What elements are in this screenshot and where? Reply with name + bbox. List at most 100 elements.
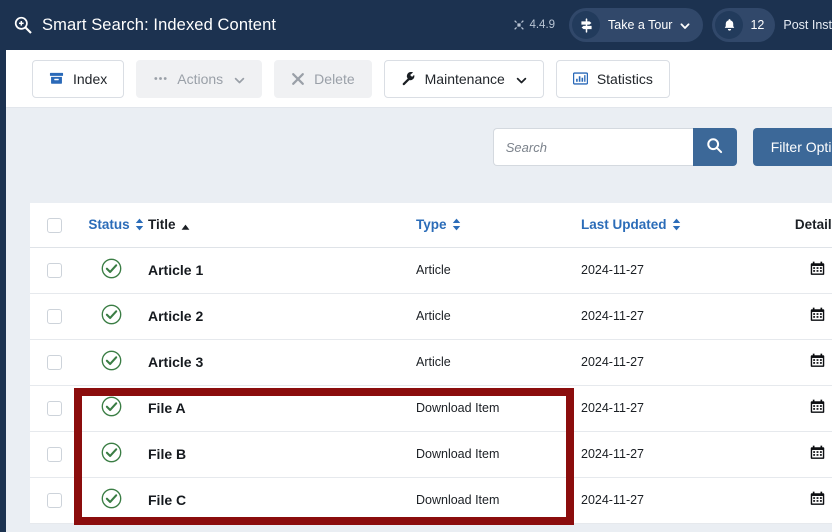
row-type-label: Download Item — [416, 493, 500, 507]
column-header-status-label: Status — [88, 217, 130, 233]
check-circle-icon[interactable] — [99, 395, 123, 419]
column-header-type[interactable]: Type — [414, 203, 579, 248]
check-circle-icon[interactable] — [99, 441, 123, 465]
row-title-label[interactable]: File B — [144, 446, 186, 462]
row-checkbox[interactable] — [46, 262, 62, 278]
statistics-button[interactable]: Statistics — [555, 59, 670, 98]
row-type-cell: Article — [414, 339, 579, 386]
row-select-cell — [30, 477, 78, 524]
row-type-label: Article — [416, 355, 451, 369]
row-details-cell — [754, 385, 832, 432]
row-checkbox[interactable] — [46, 492, 62, 508]
ellipsis-icon — [153, 71, 168, 86]
row-details-cell — [754, 477, 832, 524]
column-header-details-label: Details — [794, 217, 832, 233]
row-select-cell — [30, 247, 78, 294]
row-status-cell — [78, 431, 144, 478]
calendar-icon[interactable] — [810, 353, 825, 368]
page-title: Smart Search: Indexed Content — [42, 15, 277, 34]
row-details-cell — [754, 431, 832, 478]
row-title-label[interactable]: File A — [144, 400, 186, 416]
table-header-row: Status Title Type Last Updated Detail — [30, 203, 832, 248]
sort-both-icon — [135, 218, 144, 231]
version-number: 4.4.9 — [529, 19, 556, 31]
table-row[interactable]: File B Download Item 2024-11-27 — [30, 431, 832, 478]
column-header-details: Details — [754, 203, 832, 248]
index-button-label: Index — [73, 70, 108, 87]
row-checkbox[interactable] — [46, 446, 62, 462]
filter-options-button[interactable]: Filter Options — [752, 128, 832, 166]
row-title-label[interactable]: File C — [144, 492, 186, 508]
action-toolbar: Index Actions Delete Maintenance Statist… — [6, 50, 832, 108]
search-submit-button[interactable] — [692, 128, 737, 166]
calendar-icon[interactable] — [810, 445, 825, 460]
row-last-updated-label: 2024-11-27 — [581, 401, 645, 415]
row-title-label[interactable]: Article 3 — [144, 354, 203, 370]
row-last-updated-label: 2024-11-27 — [581, 355, 645, 369]
row-checkbox[interactable] — [46, 308, 62, 324]
column-header-title[interactable]: Title — [144, 203, 414, 248]
row-details-cell — [754, 339, 832, 386]
row-select-cell — [30, 293, 78, 340]
table-row[interactable]: Article 1 Article 2024-11-27 — [30, 247, 832, 294]
table-row[interactable]: File C Download Item 2024-11-27 — [30, 477, 832, 524]
take-a-tour-label: Take a Tour — [608, 18, 673, 32]
row-last-updated-cell: 2024-11-27 — [579, 431, 754, 478]
row-select-cell — [30, 431, 78, 478]
row-title-label[interactable]: Article 2 — [144, 308, 203, 324]
search-input[interactable] — [492, 128, 693, 166]
row-title-cell: File C — [144, 477, 414, 524]
table-row[interactable]: Article 3 Article 2024-11-27 — [30, 339, 832, 386]
header-right-group: 4.4.9 Take a Tour 12 Post Inst — [513, 8, 832, 42]
notifications-count: 12 — [750, 18, 765, 32]
chevron-down-icon — [234, 73, 245, 84]
row-status-cell — [78, 385, 144, 432]
row-type-label: Download Item — [416, 401, 500, 415]
row-checkbox[interactable] — [46, 354, 62, 370]
table-row[interactable]: Article 2 Article 2024-11-27 — [30, 293, 832, 340]
delete-button[interactable]: Delete — [274, 59, 372, 98]
indexed-content-table: Status Title Type Last Updated Detail Ar… — [30, 203, 832, 524]
sort-both-icon — [452, 218, 461, 231]
row-select-cell — [30, 385, 78, 432]
column-header-last-updated[interactable]: Last Updated — [579, 203, 754, 248]
row-title-label[interactable]: Article 1 — [144, 262, 203, 278]
maintenance-button-label: Maintenance — [424, 70, 505, 87]
row-details-cell — [754, 247, 832, 294]
header-left-group: Smart Search: Indexed Content — [0, 15, 513, 35]
row-status-cell — [78, 339, 144, 386]
row-type-cell: Article — [414, 247, 579, 294]
row-type-cell: Download Item — [414, 385, 579, 432]
table-row[interactable]: File A Download Item 2024-11-27 — [30, 385, 832, 432]
sort-ascending-icon — [181, 220, 190, 231]
actions-button[interactable]: Actions — [136, 59, 263, 98]
check-circle-icon[interactable] — [99, 349, 123, 373]
index-button[interactable]: Index — [32, 59, 125, 98]
row-last-updated-label: 2024-11-27 — [581, 263, 645, 277]
row-select-cell — [30, 339, 78, 386]
chevron-down-icon — [680, 20, 690, 30]
table-header: Status Title Type Last Updated Detail — [30, 203, 832, 248]
row-last-updated-cell: 2024-11-27 — [579, 293, 754, 340]
check-circle-icon[interactable] — [99, 257, 123, 281]
check-circle-icon[interactable] — [99, 487, 123, 511]
calendar-icon[interactable] — [810, 491, 825, 506]
select-all-checkbox[interactable] — [46, 217, 62, 233]
post-installation-messages-link[interactable]: Post Inst — [783, 18, 832, 32]
calendar-icon[interactable] — [810, 307, 825, 322]
notifications-button[interactable]: 12 — [712, 8, 776, 42]
row-title-cell: Article 1 — [144, 247, 414, 294]
maintenance-button[interactable]: Maintenance — [383, 59, 544, 98]
check-circle-icon[interactable] — [99, 303, 123, 327]
row-last-updated-cell: 2024-11-27 — [579, 247, 754, 294]
calendar-icon[interactable] — [810, 399, 825, 414]
row-status-cell — [78, 247, 144, 294]
signpost-icon — [572, 11, 601, 39]
row-checkbox[interactable] — [46, 400, 62, 416]
calendar-icon[interactable] — [810, 261, 825, 276]
column-header-status[interactable]: Status — [78, 203, 144, 248]
take-a-tour-button[interactable]: Take a Tour — [569, 8, 704, 42]
version-badge: 4.4.9 — [513, 19, 555, 31]
row-type-label: Article — [416, 263, 451, 277]
column-header-last-updated-label: Last Updated — [581, 217, 667, 233]
